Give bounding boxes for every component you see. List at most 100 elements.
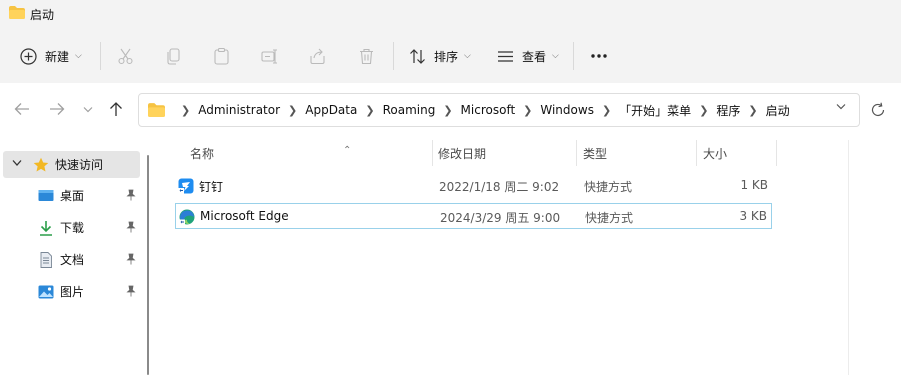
sidebar-item-documents[interactable]: 文档	[38, 248, 142, 272]
separator	[573, 42, 574, 70]
file-name: 钉钉	[199, 180, 224, 194]
chevron-right-icon[interactable]: ❯	[523, 104, 532, 117]
pin-icon[interactable]	[125, 221, 137, 233]
share-button[interactable]	[309, 36, 326, 76]
share-icon	[310, 48, 325, 64]
sort-button[interactable]: 排序 ⌵	[409, 36, 471, 76]
pin-icon[interactable]	[125, 285, 137, 297]
breadcrumb-item[interactable]: Microsoft	[461, 103, 516, 117]
breadcrumb-item[interactable]: 「开始」菜单	[619, 102, 691, 119]
command-bar: 新建 ⌵ 排序 ⌵ 查看 ⌵	[0, 36, 901, 76]
arrow-left-icon	[14, 103, 29, 115]
rename-button[interactable]	[261, 36, 278, 76]
sidebar-item-label: 快速访问	[55, 158, 104, 172]
address-bar[interactable]: ❯ Administrator ❯ AppData ❯ Roaming ❯ Mi…	[138, 93, 860, 127]
pin-icon[interactable]	[125, 189, 137, 201]
sidebar-scrollbar[interactable]	[147, 155, 149, 375]
file-type: 快捷方式	[585, 211, 634, 225]
separator	[393, 42, 394, 70]
pin-icon[interactable]	[125, 253, 137, 265]
file-name: Microsoft Edge	[200, 209, 289, 223]
file-row-selected[interactable]: Microsoft Edge 2024/3/29 周五 9:00 快捷方式 3 …	[175, 203, 772, 229]
cut-button[interactable]	[117, 36, 134, 76]
breadcrumb-item[interactable]: Windows	[540, 103, 594, 117]
column-header-size[interactable]: 大小	[703, 145, 727, 162]
breadcrumb-item[interactable]: Administrator	[198, 103, 280, 117]
separator	[100, 42, 101, 70]
view-list-icon	[498, 50, 513, 62]
window-title: 启动	[30, 8, 55, 22]
address-history-button[interactable]	[834, 99, 848, 113]
file-type: 快捷方式	[584, 180, 633, 194]
sidebar-item-quick-access[interactable]: 快速访问	[3, 151, 140, 178]
new-label: 新建	[45, 49, 70, 64]
up-button[interactable]	[106, 99, 126, 119]
chevron-right-icon[interactable]: ❯	[602, 104, 611, 117]
chevron-down-icon	[836, 103, 846, 109]
breadcrumb-item[interactable]: AppData	[305, 103, 357, 117]
chevron-right-icon[interactable]: ❯	[288, 104, 297, 117]
column-header-date[interactable]: 修改日期	[438, 145, 486, 162]
file-size: 3 KB	[739, 209, 767, 223]
file-date: 2022/1/18 周二 9:02	[439, 180, 560, 194]
new-button[interactable]: 新建 ⌵	[20, 36, 82, 76]
document-icon	[40, 252, 52, 268]
column-header-type[interactable]: 类型	[583, 145, 607, 162]
rename-icon	[261, 48, 277, 64]
column-headers: ⌃ 名称 修改日期 类型 大小	[190, 140, 750, 166]
clipboard-icon	[214, 47, 229, 65]
chevron-right-icon: ❯	[181, 103, 191, 117]
column-divider[interactable]	[776, 140, 777, 166]
chevron-down-icon	[83, 106, 93, 112]
recent-locations-button[interactable]	[78, 99, 98, 119]
breadcrumb-item-current[interactable]: 启动	[766, 102, 790, 119]
column-divider[interactable]	[432, 140, 433, 166]
more-options-button[interactable]	[590, 36, 608, 76]
dingtalk-icon	[178, 178, 194, 194]
picture-icon	[38, 285, 54, 299]
folder-icon	[9, 6, 25, 19]
file-size: 1 KB	[740, 178, 768, 192]
desktop-icon	[38, 190, 54, 201]
sidebar-item-label: 下载	[60, 221, 85, 235]
folder-icon	[148, 103, 165, 117]
sidebar-item-label: 图片	[60, 285, 85, 299]
chevron-right-icon[interactable]: ❯	[748, 104, 757, 117]
forward-button[interactable]	[47, 99, 67, 119]
chevron-down-icon: ⌵	[464, 51, 471, 61]
chevron-right-icon[interactable]: ❯	[443, 104, 452, 117]
view-button[interactable]: 查看 ⌵	[497, 36, 559, 76]
download-icon	[40, 221, 52, 236]
more-icon	[591, 54, 607, 58]
copy-icon	[167, 47, 180, 65]
plus-circle-icon	[20, 47, 37, 65]
chevron-right-icon[interactable]: ❯	[699, 104, 708, 117]
sort-ascending-icon: ⌃	[343, 145, 352, 156]
arrow-up-icon	[110, 102, 122, 116]
sidebar-item-downloads[interactable]: 下载	[38, 216, 142, 240]
sort-label: 排序	[434, 49, 459, 64]
column-divider[interactable]	[696, 140, 697, 166]
sidebar-item-label: 文档	[60, 253, 85, 267]
column-header-name[interactable]: 名称	[190, 145, 214, 162]
chevron-down-icon[interactable]	[12, 159, 22, 167]
sidebar-item-desktop[interactable]: 桌面	[38, 184, 142, 208]
chevron-right-icon[interactable]: ❯	[365, 104, 374, 117]
content-scrollbar-track[interactable]	[848, 140, 849, 375]
paste-button[interactable]	[213, 36, 230, 76]
breadcrumb: ❯ Administrator ❯ AppData ❯ Roaming ❯ Mi…	[173, 94, 790, 126]
refresh-icon[interactable]	[870, 102, 886, 118]
delete-button[interactable]	[358, 36, 375, 76]
back-button[interactable]	[12, 99, 32, 119]
view-label: 查看	[522, 49, 547, 64]
file-row[interactable]: 钉钉 2022/1/18 周二 9:02 快捷方式 1 KB	[175, 173, 772, 199]
breadcrumb-item[interactable]: Roaming	[383, 103, 436, 117]
scissors-icon	[118, 48, 133, 64]
chevron-down-icon: ⌵	[552, 51, 559, 61]
sidebar-item-pictures[interactable]: 图片	[38, 280, 142, 304]
trash-icon	[360, 48, 373, 64]
column-divider[interactable]	[576, 140, 577, 166]
copy-button[interactable]	[165, 36, 182, 76]
breadcrumb-item[interactable]: 程序	[716, 102, 740, 119]
arrow-right-icon	[50, 103, 65, 115]
